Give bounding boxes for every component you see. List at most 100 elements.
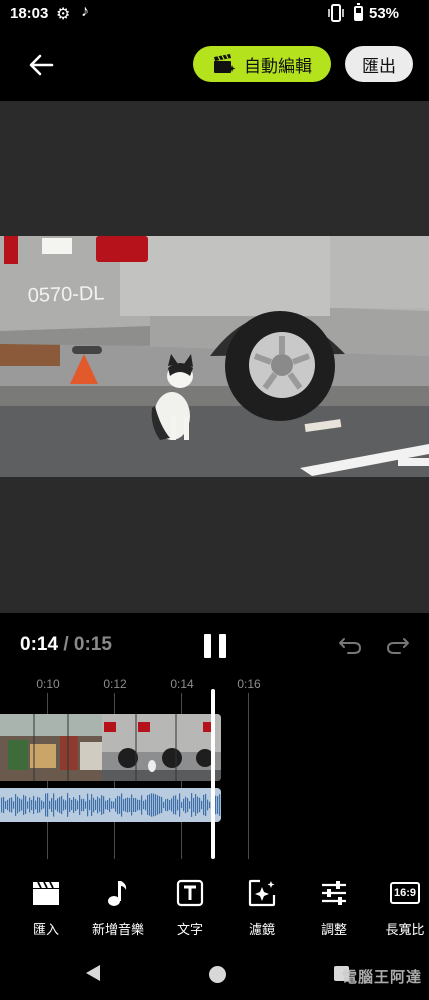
waveform-bar bbox=[177, 799, 179, 811]
waveform-bar bbox=[183, 798, 185, 812]
vibrate-icon bbox=[328, 4, 344, 22]
current-time: 0:14 bbox=[20, 634, 59, 655]
export-button[interactable]: 匯出 bbox=[345, 46, 413, 82]
waveform-bar bbox=[91, 794, 93, 816]
total-time: 0:15 bbox=[73, 634, 112, 655]
waveform-bar bbox=[17, 796, 19, 814]
timeline-gridline bbox=[248, 693, 249, 859]
redo-icon[interactable] bbox=[385, 636, 411, 656]
waveform-bar bbox=[203, 794, 205, 816]
waveform-bar bbox=[139, 799, 141, 811]
waveform-bar bbox=[187, 798, 189, 812]
tool-label: 長寬比 bbox=[385, 922, 425, 937]
waveform-bar bbox=[3, 796, 5, 814]
waveform-bar bbox=[47, 793, 49, 817]
auto-edit-button[interactable]: 自動編輯 bbox=[193, 46, 331, 82]
nav-back-icon[interactable] bbox=[86, 965, 100, 981]
waveform-bar bbox=[125, 798, 127, 812]
waveform-bar bbox=[69, 797, 71, 813]
pause-icon[interactable] bbox=[204, 634, 226, 658]
waveform-bar bbox=[207, 799, 209, 811]
svg-text:0570-DL: 0570-DL bbox=[27, 282, 104, 307]
waveform-bar bbox=[89, 799, 91, 811]
waveform-bar bbox=[173, 795, 175, 815]
nav-home-icon[interactable] bbox=[209, 966, 226, 983]
video-frame-image: 0570-DL bbox=[0, 236, 429, 477]
video-preview[interactable]: 0570-DL bbox=[0, 236, 429, 477]
waveform-bar bbox=[171, 798, 173, 812]
clapperboard-sparkle-icon bbox=[214, 54, 236, 73]
tool-text[interactable]: 文字 bbox=[154, 878, 226, 940]
waveform-bar bbox=[39, 797, 41, 813]
waveform-bar bbox=[31, 799, 33, 811]
tool-import[interactable]: 匯入 bbox=[10, 878, 82, 940]
gear-icon: ⚙ bbox=[56, 6, 71, 23]
waveform-bar bbox=[59, 797, 61, 813]
waveform-bar bbox=[37, 796, 39, 814]
waveform-bar bbox=[7, 799, 9, 811]
waveform-bar bbox=[219, 794, 221, 816]
waveform-bar bbox=[175, 795, 177, 815]
audio-track[interactable] bbox=[0, 788, 221, 822]
waveform-bar bbox=[147, 795, 149, 815]
waveform-bar bbox=[51, 798, 53, 812]
tool-label: 匯入 bbox=[32, 922, 59, 937]
sparkle-filter-icon bbox=[248, 879, 276, 907]
waveform-bar bbox=[121, 793, 123, 817]
waveform-bar bbox=[79, 795, 81, 815]
waveform-bar bbox=[43, 801, 45, 809]
clip-thumbnails bbox=[0, 714, 221, 781]
playhead[interactable] bbox=[211, 689, 215, 859]
waveform-bar bbox=[61, 795, 63, 815]
tool-add-music[interactable]: 新增音樂 bbox=[82, 878, 154, 940]
watermark-text: 電腦王阿達 bbox=[342, 969, 423, 986]
export-label: 匯出 bbox=[362, 56, 396, 76]
waveform-bar bbox=[111, 801, 113, 809]
waveform-bar bbox=[215, 795, 217, 815]
waveform-bar bbox=[103, 796, 105, 814]
tool-aspect-ratio[interactable]: 16:9 長寬比 bbox=[369, 878, 429, 940]
timeline-tick: 0:14 bbox=[170, 677, 194, 691]
waveform-bar bbox=[181, 801, 183, 809]
waveform-bar bbox=[71, 799, 73, 811]
waveform-bar bbox=[33, 795, 35, 815]
waveform-bar bbox=[151, 793, 153, 817]
time-separator: / bbox=[63, 634, 69, 655]
text-box-icon bbox=[176, 879, 204, 907]
waveform-bar bbox=[145, 799, 147, 811]
timeline-tick: 0:12 bbox=[103, 677, 127, 691]
tool-label: 新增音樂 bbox=[91, 922, 144, 937]
waveform-bar bbox=[81, 798, 83, 812]
waveform-bar bbox=[15, 794, 17, 816]
waveform-bar bbox=[149, 794, 151, 816]
tool-adjust[interactable]: 調整 bbox=[298, 878, 370, 940]
waveform-bar bbox=[107, 799, 109, 811]
waveform-bar bbox=[195, 794, 197, 816]
waveform-bar bbox=[73, 797, 75, 813]
tool-filter[interactable]: 濾鏡 bbox=[226, 878, 298, 940]
waveform-bar bbox=[119, 796, 121, 814]
waveform-bar bbox=[185, 796, 187, 814]
waveform-bar bbox=[117, 795, 119, 815]
battery-icon bbox=[354, 3, 363, 21]
music-note-icon bbox=[108, 881, 127, 906]
waveform-bar bbox=[191, 793, 193, 817]
waveform-bar bbox=[27, 801, 29, 809]
waveform-bar bbox=[167, 798, 169, 812]
timeline-tick: 0:16 bbox=[237, 677, 261, 691]
status-bar: 18:03 ⚙ ♪ 53% bbox=[0, 0, 429, 28]
waveform-bar bbox=[133, 797, 135, 813]
waveform-bar bbox=[109, 797, 111, 813]
watermark: 電腦王阿達 bbox=[342, 966, 422, 987]
video-clip-track[interactable] bbox=[0, 714, 221, 781]
audio-waveform bbox=[1, 793, 221, 817]
waveform-bar bbox=[55, 800, 57, 810]
waveform-bar bbox=[23, 794, 25, 816]
arrow-left-icon[interactable] bbox=[26, 50, 56, 80]
timecode: 0:14 / 0:15 bbox=[20, 634, 112, 656]
undo-icon[interactable] bbox=[337, 636, 363, 656]
waveform-bar bbox=[49, 800, 51, 810]
waveform-bar bbox=[113, 801, 115, 809]
waveform-bar bbox=[57, 798, 59, 812]
waveform-bar bbox=[143, 800, 145, 810]
